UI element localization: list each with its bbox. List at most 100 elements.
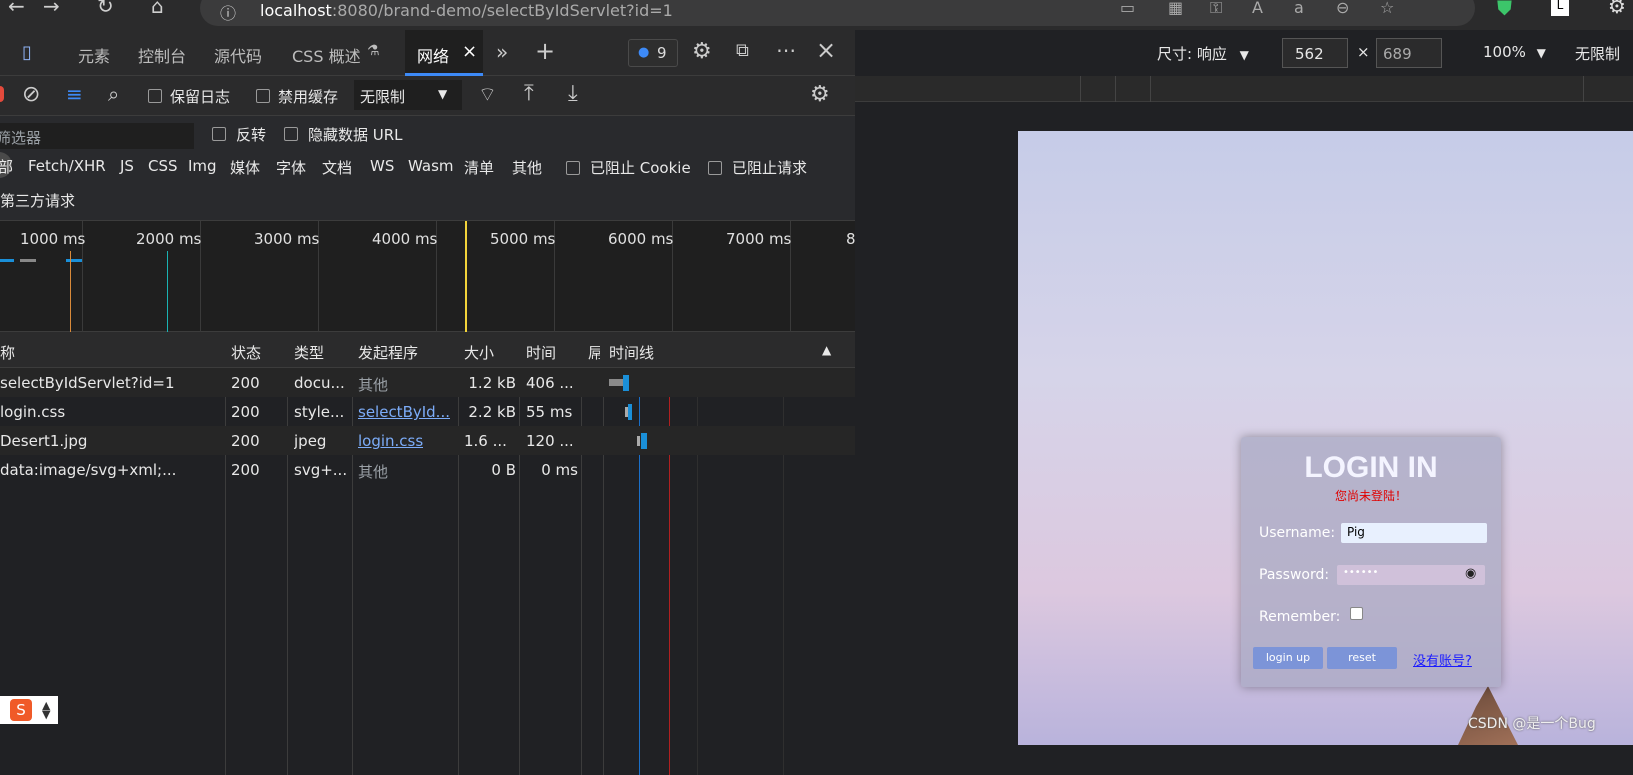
grid-icon[interactable]: ▦ [1168, 0, 1183, 17]
network-conditions-icon[interactable]: ⌔ [478, 82, 497, 107]
blocked-requests-checkbox[interactable] [708, 161, 722, 175]
request-size: 2.2 kB [468, 403, 516, 421]
col-initiator[interactable]: 发起程序 [358, 342, 418, 363]
col-time[interactable]: 时间 [526, 342, 556, 363]
search-icon[interactable]: ⌕ [108, 82, 119, 106]
preserve-log-checkbox[interactable] [148, 89, 162, 103]
login-button[interactable]: login up [1253, 647, 1323, 669]
width-input[interactable]: 562 [1282, 38, 1348, 68]
media-query-ruler[interactable] [855, 76, 1633, 102]
type-manifest[interactable]: 清单 [464, 157, 494, 178]
table-row[interactable]: selectByIdServlet?id=1 200 docu... 其他 1.… [0, 368, 855, 397]
key-icon[interactable]: ⚿ [1210, 0, 1222, 18]
type-img[interactable]: Img [188, 157, 217, 175]
more-icon[interactable]: ⋯ [776, 38, 796, 62]
col-waterfall[interactable]: 时间线 [609, 342, 654, 363]
invert-checkbox[interactable] [212, 127, 226, 141]
device-toolbar: 尺寸: 响应 ▼ 562 × 689 100% ▼ 无限制 [855, 30, 1633, 76]
network-settings-icon[interactable]: ⚙ [810, 82, 830, 107]
type-css[interactable]: CSS [148, 157, 178, 175]
register-link[interactable]: 没有账号? [1413, 650, 1472, 669]
type-ws[interactable]: WS [370, 157, 394, 175]
devtools-panel: ▯ 元素 控制台 源代码 CSS 概述 ⚗ 网络 × » + ● 9 ⚙ ⧉ ⋯… [0, 30, 856, 775]
disable-cache-checkbox[interactable] [256, 89, 270, 103]
blocked-requests-label: 已阻止请求 [732, 159, 808, 177]
tab-elements[interactable]: 元素 [78, 43, 110, 67]
type-js[interactable]: JS [120, 157, 134, 175]
type-font[interactable]: 字体 [276, 157, 306, 178]
favorite-icon[interactable]: ☆ [1380, 0, 1394, 17]
settings-icon[interactable]: ⚙ [1608, 0, 1626, 18]
dimensions-select[interactable]: 尺寸: 响应 ▼ [1157, 43, 1249, 64]
table-row[interactable]: Desert1.jpg 200 jpeg login.css 1.6 ... 1… [0, 426, 855, 455]
issues-badge[interactable]: ● 9 [628, 39, 678, 67]
network-overview[interactable]: 1000 ms 2000 ms 3000 ms 4000 ms 5000 ms … [0, 220, 856, 333]
import-har-icon[interactable]: ⤒ [524, 81, 534, 106]
zoom-select[interactable]: 100% ▼ [1483, 43, 1546, 61]
forward-icon[interactable]: → [43, 0, 60, 18]
close-icon[interactable]: × [462, 41, 477, 62]
type-all-chip[interactable]: 部 [0, 152, 13, 178]
type-media[interactable]: 媒体 [230, 157, 260, 178]
col-name[interactable]: 称 [0, 342, 15, 363]
filter-input[interactable]: 筛选器 [0, 123, 194, 149]
table-row[interactable]: login.css 200 style... selectById... 2.2… [0, 397, 855, 426]
clear-icon[interactable]: ⊘ [22, 82, 40, 107]
updown-icon[interactable]: ▲ ▼ [42, 700, 50, 720]
tab-css-overview[interactable]: CSS 概述 [292, 43, 361, 67]
request-time: 406 ... [526, 374, 574, 392]
home-icon[interactable]: ⌂ [151, 0, 164, 18]
tab-network[interactable]: 网络 × [405, 30, 483, 76]
remember-checkbox[interactable] [1350, 607, 1363, 620]
shield-icon[interactable]: ⛊ [1497, 0, 1512, 20]
col-type[interactable]: 类型 [294, 342, 324, 363]
sort-asc-icon[interactable]: ▲ [822, 343, 831, 357]
settings-icon[interactable]: ⚙ [692, 39, 712, 64]
type-wasm[interactable]: Wasm [408, 157, 454, 175]
device-toggle-icon[interactable]: ▯ [22, 42, 32, 63]
address-bar[interactable]: ⓘ localhost:8080/brand-demo/selectByIdSe… [200, 0, 1475, 26]
export-har-icon[interactable]: ⤓ [568, 81, 578, 106]
type-fetch-xhr[interactable]: Fetch/XHR [28, 157, 106, 175]
col-status[interactable]: 状态 [231, 342, 261, 363]
request-initiator-link[interactable]: login.css [358, 432, 423, 450]
translate-icon[interactable]: a [1294, 0, 1304, 17]
table-row[interactable]: data:image/svg+xml;... 200 svg+... 其他 0 … [0, 455, 855, 484]
back-icon[interactable]: ← [8, 0, 25, 18]
network-toolbar: ⊘ ≡ ⌕ 保留日志 禁用缓存 无限制 ▼ ⌔ ⤒ ⤓ ⚙ [0, 76, 855, 116]
third-party-label[interactable]: 第三方请求 [0, 190, 75, 211]
password-input[interactable]: •••••• ◉ [1337, 565, 1485, 585]
col-size[interactable]: 大小 [464, 342, 494, 363]
zoom-icon[interactable]: ⊖ [1336, 0, 1349, 17]
reset-button[interactable]: reset [1327, 647, 1397, 669]
extension-icon[interactable]: L [1551, 0, 1569, 16]
eye-icon[interactable]: ◉ [1465, 566, 1476, 581]
url-text[interactable]: localhost:8080/brand-demo/selectByIdServ… [260, 1, 673, 20]
type-other[interactable]: 其他 [512, 157, 542, 178]
read-aloud-icon[interactable]: A [1252, 0, 1263, 17]
throttling-select[interactable]: 无限制 ▼ [354, 80, 462, 110]
username-value: Pig [1347, 525, 1365, 539]
height-input[interactable]: 689 [1376, 38, 1442, 68]
tab-network-label: 网络 [417, 47, 450, 66]
info-icon[interactable]: ⓘ [220, 0, 236, 24]
device-throttle-select[interactable]: 无限制 [1575, 43, 1620, 64]
record-icon[interactable] [0, 86, 4, 102]
filter-icon[interactable]: ≡ [66, 82, 83, 106]
more-tabs-icon[interactable]: » [496, 40, 508, 64]
sogou-icon[interactable]: S [10, 699, 32, 721]
close-devtools-icon[interactable]: × [816, 36, 836, 64]
blocked-cookies-checkbox[interactable] [566, 161, 580, 175]
refresh-icon[interactable]: ↻ [97, 0, 114, 18]
tab-console[interactable]: 控制台 [138, 43, 186, 67]
hide-data-urls-checkbox[interactable] [284, 127, 298, 141]
type-doc[interactable]: 文档 [322, 157, 352, 178]
customize-icon[interactable]: ⧉ [736, 40, 749, 61]
add-tab-icon[interactable]: + [535, 37, 555, 65]
col-priority[interactable]: 屌 [588, 342, 600, 363]
tab-sources[interactable]: 源代码 [214, 43, 262, 67]
username-input[interactable]: Pig [1341, 523, 1487, 543]
app-icon[interactable]: ▭ [1120, 0, 1135, 17]
ime-toolbar[interactable]: S ▲ ▼ [0, 696, 58, 724]
request-initiator-link[interactable]: selectById... [358, 403, 454, 421]
